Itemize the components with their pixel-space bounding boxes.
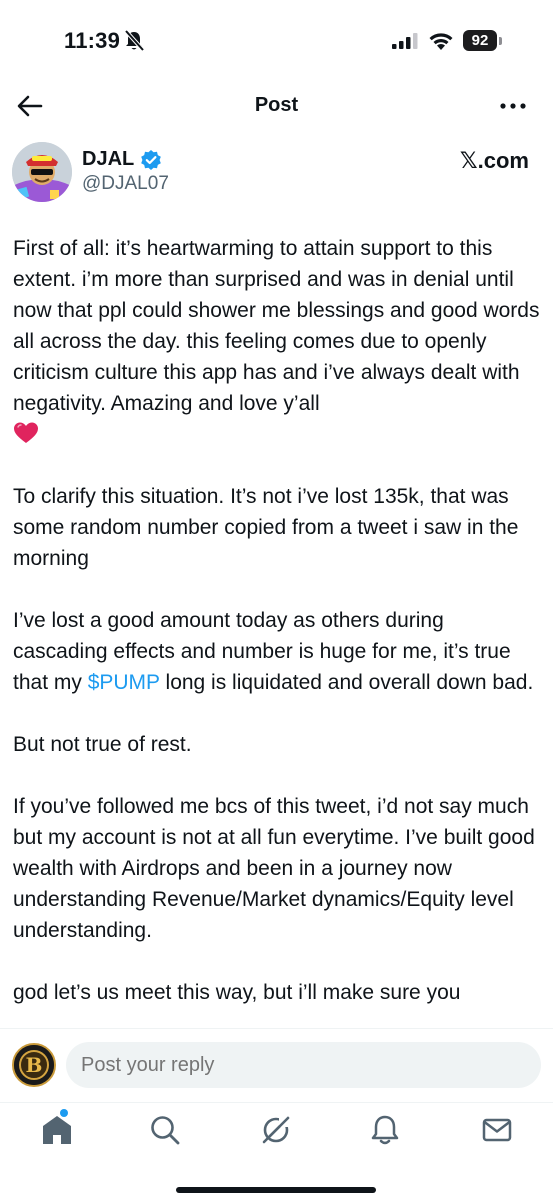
bitcoin-avatar-icon: B [14,1045,54,1085]
post-paragraph: To clarify this situation. It’s not i’ve… [13,485,519,570]
paragraph-text: First of all: it’s heartwarming to attai… [13,237,540,415]
home-notification-dot [60,1109,68,1117]
nav-header: Post [0,80,553,132]
page-title: Post [254,94,299,116]
author-avatar[interactable] [12,142,72,202]
verified-badge-icon [141,149,162,170]
more-options-icon[interactable] [498,94,528,118]
red-heart-emoji-icon [14,422,38,443]
battery-cap [499,37,502,45]
search-icon[interactable] [148,1113,182,1147]
notifications-icon[interactable] [368,1113,402,1147]
grok-icon[interactable] [259,1113,293,1147]
post-paragraph: But not true of rest. [13,733,192,756]
cashtag-link[interactable]: $PUMP [88,671,160,694]
battery-level: 92 [463,30,497,51]
svg-text:B: B [26,1053,43,1077]
post-paragraph: First of all: it’s heartwarming to attai… [13,233,541,450]
home-indicator[interactable] [176,1187,376,1193]
source-label: 𝕏.com [459,148,529,173]
user-avatar[interactable]: B [12,1043,56,1087]
reply-bar: B [0,1028,553,1102]
battery-indicator: 92 [463,30,503,52]
post-paragraph: If you’ve followed me bcs of this tweet,… [13,795,535,942]
post-paragraph: I’ve lost a good amount today as others … [13,605,541,698]
home-icon[interactable] [40,1113,74,1147]
post-author: DJAL @DJAL07 𝕏.com [0,140,553,210]
paragraph-text: long is liquidated and overall down bad. [159,671,534,694]
author-handle[interactable]: @DJAL07 [82,173,169,195]
post-body: First of all: it’s heartwarming to attai… [13,233,541,1039]
reply-input[interactable] [66,1042,541,1088]
status-time: 11:39 [64,28,121,53]
tab-bar [0,1102,553,1200]
status-bar: 11:39 92 [0,0,553,80]
author-name-row: DJAL [82,148,162,171]
author-name[interactable]: DJAL [82,148,134,171]
wifi-icon [429,33,453,50]
messages-icon[interactable] [480,1113,514,1147]
avatar-illustration [12,142,72,202]
post-paragraph: god let’s us meet this way, but i’ll mak… [13,981,461,1004]
cellular-signal-icon [392,33,418,49]
bell-slash-icon [124,30,144,52]
